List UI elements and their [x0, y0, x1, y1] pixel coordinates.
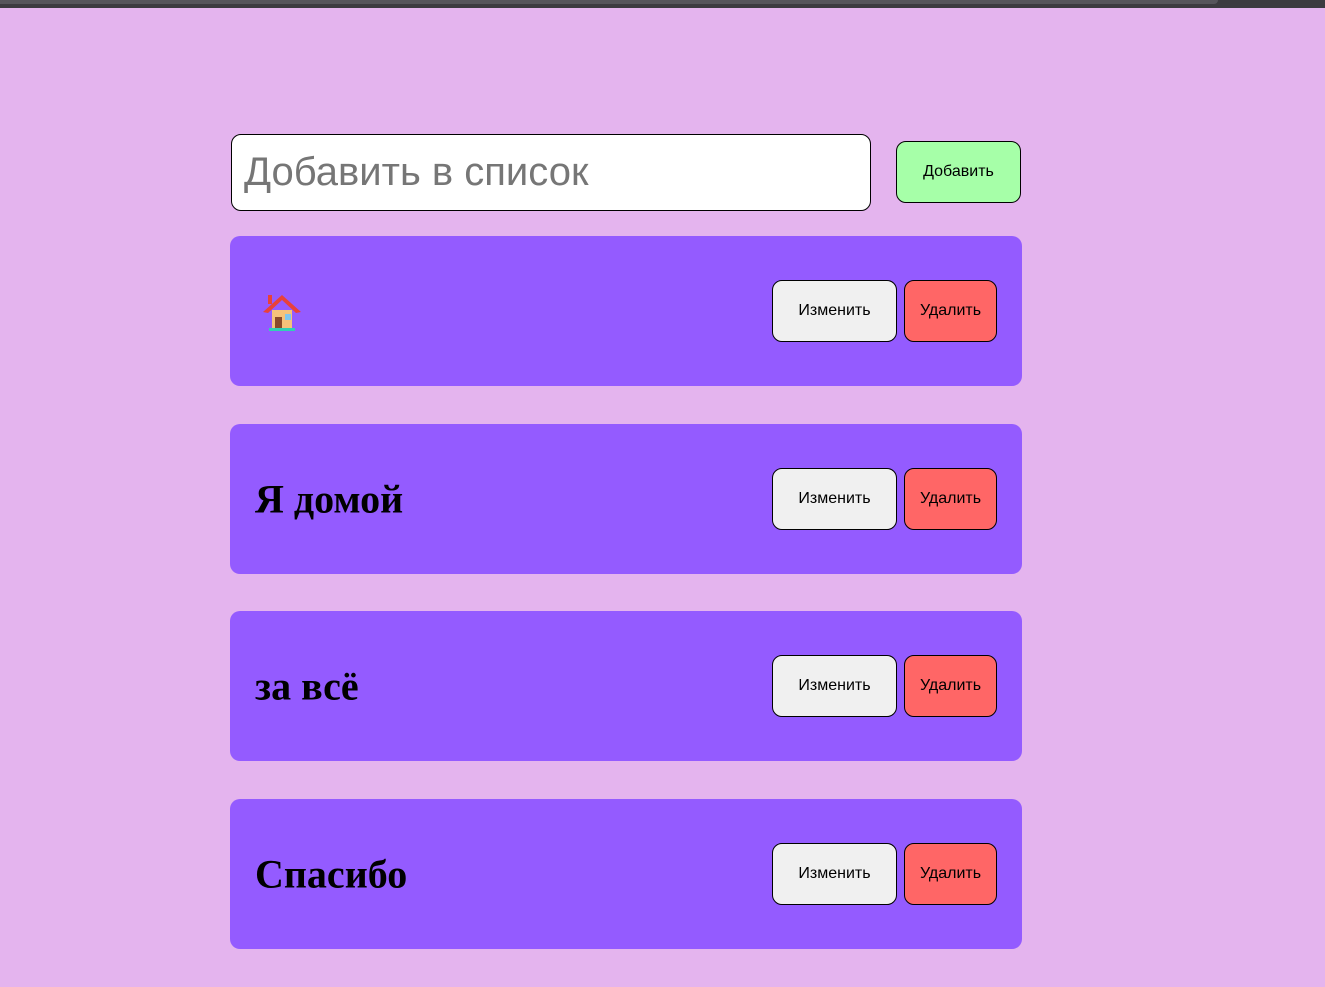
edit-button[interactable]: Изменить [772, 468, 897, 530]
delete-button[interactable]: Удалить [904, 655, 997, 717]
list-item: Изменить Удалить [230, 236, 1022, 386]
delete-button[interactable]: Удалить [904, 843, 997, 905]
delete-button[interactable]: Удалить [904, 280, 997, 342]
edit-button[interactable]: Изменить [772, 655, 897, 717]
list-item-text: Спасибо [255, 851, 408, 897]
list-item: за всё Изменить Удалить [230, 611, 1022, 761]
todo-list: Изменить Удалить Я домой Изменить Удалит… [230, 236, 1022, 987]
list-item-text: за всё [255, 663, 359, 709]
add-button[interactable]: Добавить [896, 141, 1021, 203]
list-item: Я домой Изменить Удалить [230, 424, 1022, 574]
edit-button[interactable]: Изменить [772, 280, 897, 342]
list-item-text: Я домой [255, 476, 404, 522]
delete-button[interactable]: Удалить [904, 468, 997, 530]
todo-app: Добавить Изменить Удалить Я домой Измени… [230, 134, 1022, 949]
list-item: Спасибо Изменить Удалить [230, 799, 1022, 949]
add-item-input[interactable] [231, 134, 871, 211]
browser-top-strip [0, 0, 1325, 8]
edit-button[interactable]: Изменить [772, 843, 897, 905]
add-form: Добавить [230, 134, 1022, 211]
browser-tab-edge [0, 0, 1218, 4]
house-icon [260, 292, 304, 334]
